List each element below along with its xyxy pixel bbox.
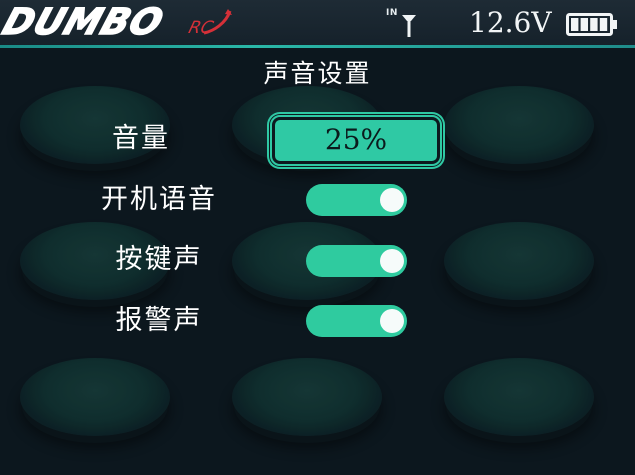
background-puck <box>444 358 594 436</box>
brand-sub: RC <box>186 18 216 38</box>
status-bar: DUMBO RC IN 12.6V <box>0 0 635 47</box>
battery-icon <box>566 13 617 36</box>
battery-cell <box>571 18 579 31</box>
battery-cell <box>580 18 588 31</box>
toggle-knob <box>380 188 404 212</box>
antenna-icon <box>402 15 416 37</box>
background-puck <box>444 222 594 300</box>
background-puck <box>20 358 170 436</box>
toggle-knob <box>380 309 404 333</box>
background-puck <box>232 358 382 436</box>
toggle-knob <box>380 249 404 273</box>
signal-indicator: IN <box>386 8 424 38</box>
page-title: 声音设置 <box>263 59 372 88</box>
brand-name: DUMBO <box>0 1 170 44</box>
volume-label: 音量 <box>112 123 170 154</box>
key-sound-toggle[interactable] <box>306 245 407 277</box>
boot-voice-toggle[interactable] <box>306 184 407 216</box>
key-sound-label: 按键声 <box>115 244 203 275</box>
battery-cell <box>590 18 598 31</box>
header-divider <box>0 45 635 48</box>
boot-voice-label: 开机语音 <box>101 184 217 215</box>
alarm-sound-label: 报警声 <box>115 305 203 336</box>
battery-voltage: 12.6V <box>469 6 552 39</box>
background-puck <box>444 86 594 164</box>
volume-value-field[interactable]: 25% <box>270 115 442 166</box>
dumbo-rc-logo: DUMBO RC <box>0 1 232 44</box>
alarm-sound-toggle[interactable] <box>306 305 407 337</box>
battery-cell <box>599 18 608 31</box>
sound-settings-screen: DUMBO RC IN 12.6V 声音设置 音量 25% 开机语音 按键声 报… <box>0 0 635 475</box>
